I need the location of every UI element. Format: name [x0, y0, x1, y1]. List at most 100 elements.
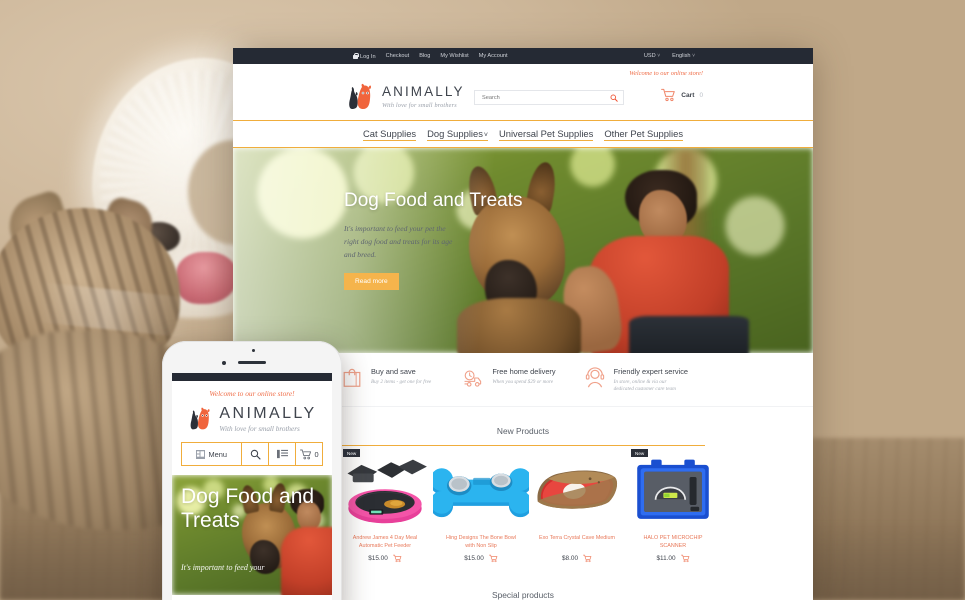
shopping-cart-icon	[299, 449, 311, 459]
phone-logo-name: ANIMALLY	[219, 404, 317, 422]
topbar-link-blog[interactable]: Blog	[419, 53, 430, 59]
search-icon	[250, 449, 261, 460]
hero-read-more-button[interactable]: Read more	[344, 272, 399, 290]
service-title: Buy and save	[371, 367, 416, 376]
hero-banner: Dog Food and Treats It's important to fe…	[233, 148, 813, 353]
hero-copy: Dog Food and Treats It's important to fe…	[344, 190, 544, 290]
phone-mockup: Welcome to our online store! ANIMALLY Wi…	[162, 341, 342, 600]
phone-hero-banner: Dog Food and Treats It's important to fe…	[172, 475, 332, 595]
nav-item-other-pet-supplies[interactable]: Other Pet Supplies	[604, 128, 684, 141]
search-icon	[610, 94, 618, 102]
search-input[interactable]	[475, 91, 605, 104]
product-name[interactable]: Andrew James 4 Day Meal Automatic Pet Fe…	[337, 534, 433, 550]
cart-count: 0	[699, 91, 703, 99]
product-image	[337, 453, 433, 527]
service-desc: In store, online & via our dedicated cus…	[613, 378, 676, 393]
logo-tagline: With love for small brothers	[382, 101, 457, 109]
add-to-cart-icon[interactable]	[583, 554, 592, 563]
phone-hero-woman-shirt	[280, 527, 332, 595]
service-free-home-delivery: Free home delivery When you spend $29 or…	[462, 367, 583, 394]
section-title: Special products	[492, 590, 554, 600]
nav-item-cat-supplies[interactable]: Cat Supplies	[362, 128, 417, 141]
phone-nav-bar: Menu 0	[181, 442, 323, 466]
chevron-down-icon: ˅	[692, 53, 695, 59]
nav-item-universal-pet-supplies[interactable]: Universal Pet Supplies	[498, 128, 594, 141]
product-image	[529, 453, 625, 527]
product-new-badge: New	[631, 449, 649, 458]
logo-text-block: ANIMALLY With love for small brothers	[382, 85, 465, 109]
service-text-block: Friendly expert service In store, online…	[614, 367, 688, 394]
top-utility-bar: Log In Checkout Blog My Wishlist My Acco…	[233, 48, 813, 64]
cart-widget[interactable]: Cart 0	[661, 88, 703, 102]
product-name[interactable]: Hing Designs The Bone Bowl with Non Slip	[433, 534, 529, 550]
lock-icon	[353, 52, 359, 59]
phone-logo-text-block: ANIMALLY With love for small brothers	[219, 404, 317, 433]
product-card[interactable]: New HALO PET MICROCHIP SCANNER $11.00	[625, 449, 721, 563]
topbar-link-account[interactable]: My Account	[479, 53, 508, 59]
phone-welcome-message: Welcome to our online store!	[209, 389, 295, 398]
product-card[interactable]: Exo Terra Crystal Cave Medium $8.00	[529, 453, 625, 563]
topbar-link-wishlist[interactable]: My Wishlist	[440, 53, 468, 59]
search-button[interactable]	[605, 91, 623, 104]
phone-speaker	[238, 361, 266, 364]
phone-cart-count: 0	[314, 449, 319, 459]
hero-subtitle: It's important to feed your pet the righ…	[344, 224, 453, 259]
phone-hero-title: Dog Food and Treats	[181, 485, 315, 533]
service-friendly-expert-service: Friendly expert service In store, online…	[584, 367, 705, 394]
phone-menu-label: Menu	[208, 449, 227, 459]
service-desc: When you spend $29 or more	[492, 378, 554, 385]
add-to-cart-icon[interactable]	[488, 554, 498, 563]
product-image	[625, 453, 721, 527]
shopping-cart-icon	[661, 88, 676, 102]
search-box[interactable]	[474, 90, 624, 105]
service-title: Friendly expert service	[613, 367, 688, 376]
headset-support-icon	[584, 367, 606, 389]
logo[interactable]: ANIMALLY With love for small brothers	[345, 82, 465, 112]
language-selector[interactable]: English ˅	[672, 53, 695, 59]
product-card[interactable]: Hing Designs The Bone Bowl with Non Slip…	[433, 453, 529, 563]
add-to-cart-icon[interactable]	[680, 554, 690, 563]
topbar-link-login[interactable]: Log In	[353, 52, 376, 60]
new-products-heading: New Products	[341, 421, 705, 447]
product-new-badge: New	[343, 449, 361, 458]
chevron-down-icon: ˅	[657, 53, 661, 59]
animally-logo-icon	[187, 405, 213, 433]
cart-label: Cart	[681, 91, 695, 99]
shopping-bag-icon	[341, 367, 363, 389]
product-price: $15.00	[368, 555, 388, 563]
currency-selector[interactable]: USD ˅	[644, 53, 660, 59]
service-text-block: Buy and save Buy 2 items - get one for f…	[371, 367, 431, 386]
product-footer: $15.00	[337, 554, 433, 563]
product-price: $8.00	[562, 555, 578, 563]
product-price: $15.00	[464, 555, 484, 563]
phone-screen: Welcome to our online store! ANIMALLY Wi…	[172, 373, 332, 600]
phone-sensor	[252, 349, 255, 352]
top-utility-links: Log In Checkout Blog My Wishlist My Acco…	[353, 52, 508, 60]
product-footer: $11.00	[625, 554, 721, 563]
logo-name: ANIMALLY	[382, 84, 465, 100]
animally-logo-icon	[345, 82, 375, 112]
compare-list-icon	[276, 449, 288, 459]
phone-search-button[interactable]	[242, 443, 270, 465]
product-name[interactable]: HALO PET MICROCHIP SCANNER	[625, 534, 721, 550]
product-footer: $15.00	[433, 554, 529, 563]
service-buy-and-save: Buy and save Buy 2 items - get one for f…	[341, 367, 462, 394]
product-name[interactable]: Exo Terra Crystal Cave Medium	[529, 534, 625, 550]
phone-cart-button[interactable]: 0	[296, 443, 322, 465]
service-desc: Buy 2 items - get one for free	[371, 378, 432, 385]
main-navigation: Cat Supplies Dog Supplies˅ Universal Pet…	[233, 120, 813, 148]
site-header: Welcome to our online store! ANIMALLY Wi…	[233, 64, 813, 120]
phone-menu-button[interactable]: Menu	[182, 443, 243, 465]
phone-logo-tagline: With love for small brothers	[219, 424, 300, 433]
add-to-cart-icon[interactable]	[392, 554, 402, 563]
nav-item-dog-supplies[interactable]: Dog Supplies˅	[427, 128, 488, 141]
phone-compare-button[interactable]	[269, 443, 297, 465]
product-image	[433, 453, 529, 527]
topbar-link-checkout[interactable]: Checkout	[386, 53, 410, 59]
phone-logo[interactable]: ANIMALLY With love for small brothers	[172, 398, 332, 442]
product-card[interactable]: New Andrew James 4 Day Meal Automatic Pe…	[337, 449, 433, 563]
welcome-message: Welcome to our online store!	[629, 70, 703, 77]
top-utility-selectors: USD ˅ English ˅	[644, 53, 695, 59]
phone-camera	[222, 361, 226, 365]
product-price: $11.00	[656, 555, 676, 563]
